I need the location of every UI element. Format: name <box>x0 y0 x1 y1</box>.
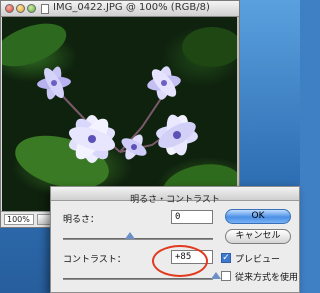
legacy-checkbox[interactable] <box>221 271 231 281</box>
contrast-slider-track[interactable] <box>63 278 213 280</box>
hydrangea-photo <box>2 23 238 211</box>
brightness-slider-track[interactable] <box>63 238 213 240</box>
ok-button[interactable]: OK <box>225 209 291 224</box>
image-window-titlebar[interactable]: IMG_0422.JPG @ 100% (RGB/8) <box>1 1 239 17</box>
legacy-label: 従来方式を使用 <box>235 273 299 283</box>
contrast-slider-thumb[interactable] <box>211 272 221 279</box>
preview-checkbox[interactable]: ✓ <box>221 253 231 263</box>
brightness-input[interactable]: 0 <box>171 210 213 224</box>
dialog-title: 明るさ・コントラスト <box>130 195 220 205</box>
contrast-label: コントラスト： <box>63 255 126 265</box>
brightness-slider-thumb[interactable] <box>125 232 135 239</box>
brightness-contrast-dialog: 明るさ・コントラスト 明るさ： 0 コントラスト： +85 OK キャンセル ✓… <box>50 186 300 293</box>
document-icon <box>41 4 49 14</box>
photo-canvas[interactable] <box>2 17 238 211</box>
close-window-button[interactable] <box>5 4 14 13</box>
vertical-scrollbar[interactable] <box>237 17 239 211</box>
contrast-input[interactable]: +85 <box>171 250 213 264</box>
zoom-level-field[interactable]: 100% <box>4 214 34 225</box>
image-window-title: IMG_0422.JPG @ 100% (RGB/8) <box>53 2 210 13</box>
dialog-titlebar[interactable]: 明るさ・コントラスト <box>51 187 299 205</box>
brightness-label: 明るさ： <box>63 215 100 225</box>
cancel-button[interactable]: キャンセル <box>225 229 291 244</box>
zoom-window-button[interactable] <box>27 4 36 13</box>
preview-label: プレビュー <box>235 255 281 265</box>
minimize-window-button[interactable] <box>16 4 25 13</box>
